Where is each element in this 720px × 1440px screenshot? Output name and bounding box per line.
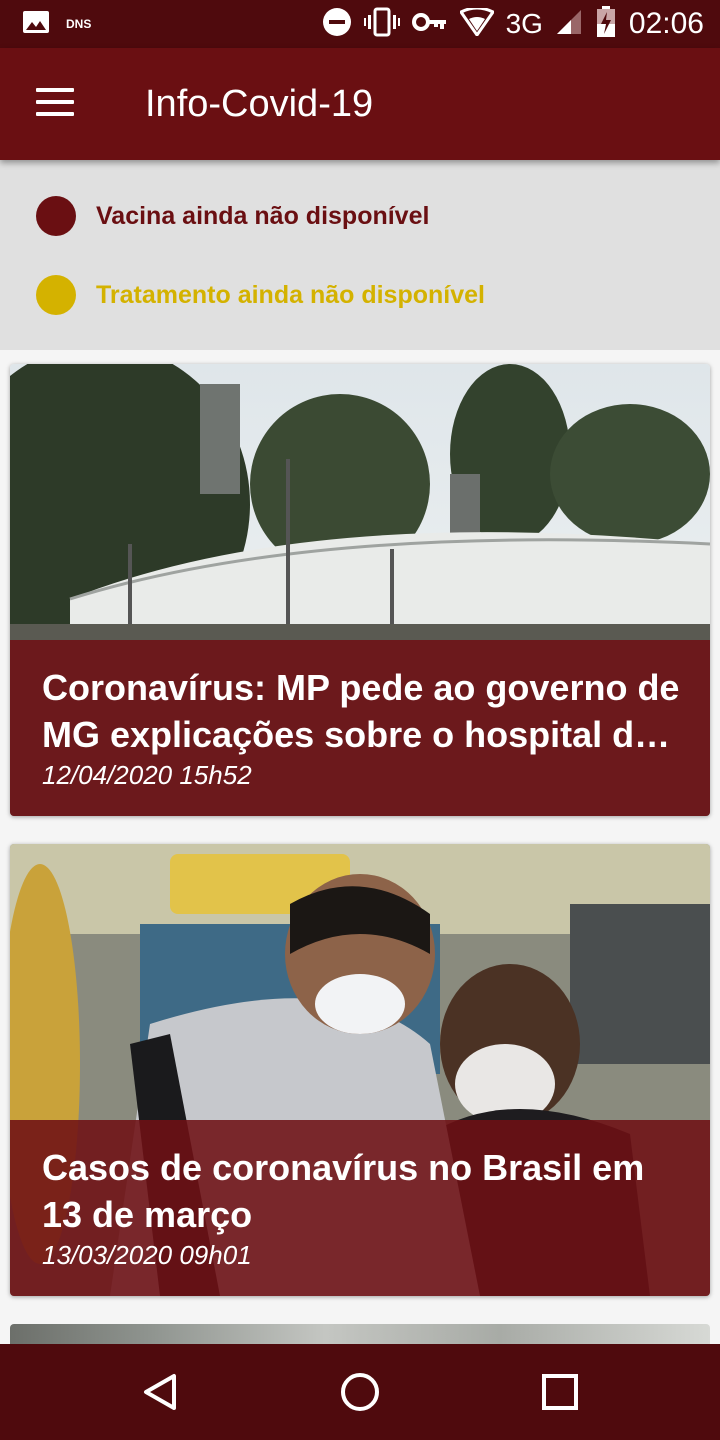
news-title: Coronavírus: MP pede ao governo de MG ex… [42,667,680,755]
navigation-bar [0,1344,720,1440]
screen: DNS 3G 02:06 Info-Covid-19 Vacina ainda … [0,0,720,1440]
clock: 02:06 [628,7,704,40]
news-date: 13/03/2020 09h01 [42,1240,252,1270]
status-panel: Vacina ainda não disponível Tratamento a… [0,160,720,350]
signal-icon [555,8,583,41]
app-bar: Info-Covid-19 [0,48,720,160]
do-not-disturb-icon [322,7,352,42]
news-overlay: Casos de coronavírus no Brasil em 13 de … [10,1120,710,1296]
image-icon [22,10,50,39]
status-bar: DNS 3G 02:06 [0,0,720,48]
news-title: Casos de coronavírus no Brasil em 13 de … [42,1147,645,1235]
network-type: 3G [505,8,543,39]
battery-charging-icon [595,5,617,43]
news-card[interactable]: Casos de coronavírus no Brasil em 13 de … [10,844,710,1296]
app-title: Info-Covid-19 [145,83,374,125]
treatment-status: Tratamento ainda não disponível [36,275,485,315]
vibrate-icon [363,7,400,42]
vaccine-status-label: Vacina ainda não disponível [96,201,430,230]
back-icon[interactable] [136,1368,184,1416]
menu-icon[interactable] [36,88,76,120]
news-date: 12/04/2020 15h52 [42,760,252,790]
dns-label: DNS [66,17,92,31]
vaccine-status-dot [36,196,76,236]
vpn-key-icon [411,10,448,39]
recents-icon[interactable] [536,1368,584,1416]
wifi-icon [458,6,495,41]
treatment-status-label: Tratamento ainda não disponível [96,280,485,309]
vaccine-status: Vacina ainda não disponível [36,196,429,236]
treatment-status-dot [36,275,76,315]
news-overlay: Coronavírus: MP pede ao governo de MG ex… [10,640,710,816]
home-icon[interactable] [336,1368,384,1416]
news-card[interactable]: Coronavírus: MP pede ao governo de MG ex… [10,364,710,816]
